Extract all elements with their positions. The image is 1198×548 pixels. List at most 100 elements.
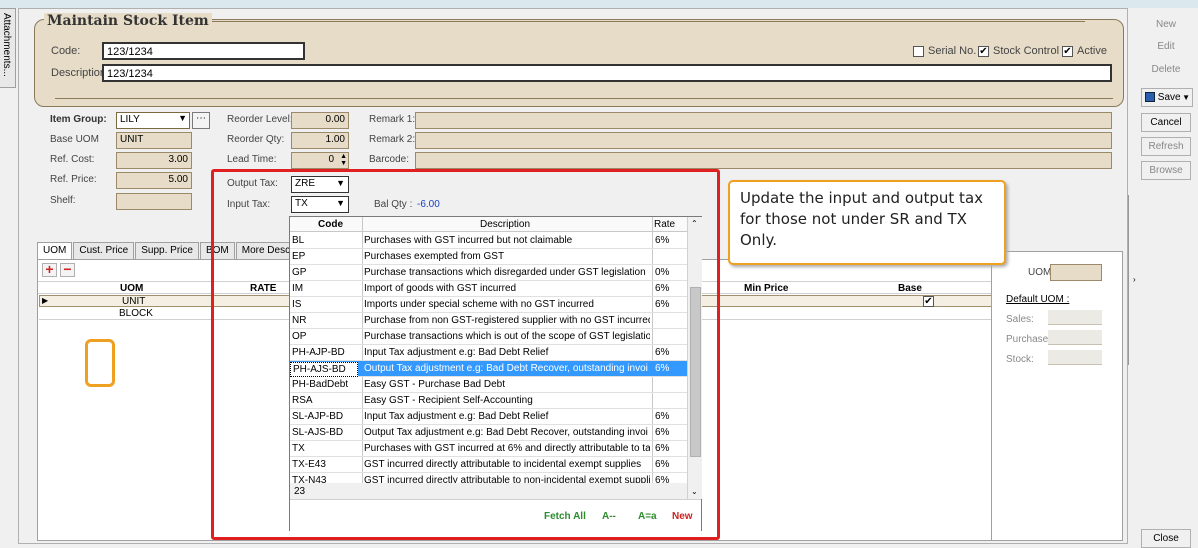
- output-tax-select[interactable]: ZRE ▼: [291, 176, 349, 193]
- tax-rate-cell: 6%: [655, 235, 670, 246]
- code-input[interactable]: 123/1234: [102, 42, 305, 60]
- scroll-up-icon[interactable]: ⌃: [691, 219, 698, 228]
- output-tax-label: Output Tax:: [227, 178, 278, 189]
- tax-code-row[interactable]: SL-AJP-BD Input Tax adjustment e.g: Bad D…: [290, 409, 687, 425]
- delete-row-button[interactable]: −: [60, 262, 75, 277]
- lead-time-value: 0: [328, 154, 334, 165]
- tax-code-row[interactable]: BL Purchases with GST incurred but not cl…: [290, 233, 687, 249]
- reorder-level-field[interactable]: 0.00: [291, 112, 349, 129]
- add-row-button[interactable]: +: [42, 261, 57, 277]
- tax-rate-cell: 6%: [655, 427, 670, 438]
- input-tax-select[interactable]: TX ▼: [291, 196, 349, 213]
- ref-cost-field[interactable]: 3.00: [116, 152, 192, 169]
- case-insensitive-button[interactable]: A--: [602, 511, 616, 522]
- floppy-disk-icon: [1145, 92, 1155, 103]
- lead-time-stepper[interactable]: 0 ▲ ▼: [291, 152, 349, 169]
- shelf-label: Shelf:: [50, 195, 76, 206]
- stock-label: Stock:: [1006, 354, 1034, 365]
- close-button[interactable]: Close: [1141, 529, 1191, 548]
- shelf-field[interactable]: [116, 193, 192, 210]
- new-button[interactable]: New: [1141, 16, 1191, 35]
- chevron-down-icon[interactable]: ▼: [1182, 89, 1190, 106]
- tax-description-cell: Imports under special scheme with no GST…: [364, 299, 594, 310]
- purchase-uom-field[interactable]: [1048, 330, 1102, 345]
- barcode-field[interactable]: [415, 152, 1112, 169]
- save-button[interactable]: Save ▼: [1141, 88, 1193, 107]
- tab-uom[interactable]: UOM: [37, 242, 73, 260]
- remark2-field[interactable]: [415, 132, 1112, 149]
- default-uom-heading: Default UOM :: [1006, 294, 1070, 305]
- ref-price-field[interactable]: 5.00: [116, 172, 192, 189]
- scroll-down-icon[interactable]: ⌄: [691, 487, 698, 496]
- item-group-select[interactable]: LILY ▼: [116, 112, 190, 129]
- remark1-field[interactable]: [415, 112, 1112, 129]
- dropdown-scrollbar[interactable]: ⌃ ⌄: [687, 217, 702, 499]
- sales-uom-field[interactable]: [1048, 310, 1102, 325]
- tax-code-cell: IS: [292, 299, 302, 310]
- tax-code-row[interactable]: NR Purchase from non GST-registered suppl…: [290, 313, 687, 329]
- base-uom-label: Base UOM: [50, 134, 99, 145]
- header-panel: Maintain Stock Item Code: 123/1234 Descr…: [34, 13, 1124, 107]
- sales-label: Sales:: [1006, 314, 1034, 325]
- tax-code-row[interactable]: TX-E43 GST incurred directly attributable…: [290, 457, 687, 473]
- browse-button[interactable]: Browse: [1141, 161, 1191, 180]
- tax-code-cell: SL-AJS-BD: [292, 427, 344, 438]
- tax-code-cell: EP: [292, 251, 306, 262]
- tax-rate-cell: 6%: [655, 459, 670, 470]
- tax-code-row[interactable]: IS Imports under special scheme with no G…: [290, 297, 687, 313]
- reorder-qty-field[interactable]: 1.00: [291, 132, 349, 149]
- tax-code-cell: OP: [292, 331, 307, 342]
- tax-code-row[interactable]: PH-BadDebt Easy GST - Purchase Bad Debt: [290, 377, 687, 393]
- edit-button[interactable]: Edit: [1141, 38, 1191, 57]
- tab-bom[interactable]: BOM: [199, 242, 235, 260]
- base-uom-field[interactable]: UNIT: [116, 132, 192, 149]
- serial-no-checkbox[interactable]: Serial No.: [913, 45, 976, 57]
- attachments-tab[interactable]: Attachments...: [0, 8, 16, 88]
- tax-code-row[interactable]: PH-AJP-BD Input Tax adjustment e.g: Bad D…: [290, 345, 687, 361]
- tax-code-row[interactable]: EP Purchases exempted from GST: [290, 249, 687, 265]
- active-checkbox[interactable]: ✔ Active: [1062, 45, 1107, 57]
- base-checkbox[interactable]: ✔: [923, 296, 934, 307]
- spin-arrows-icon[interactable]: ▲ ▼: [340, 153, 347, 167]
- tax-code-row[interactable]: GP Purchase transactions which disregarde…: [290, 265, 687, 281]
- bal-qty-label: Bal Qty :: [374, 199, 413, 210]
- tax-code-dropdown[interactable]: Code Description Rate BL Purchases with G…: [289, 216, 702, 531]
- tax-code-row[interactable]: PH-AJS-BD Output Tax adjustment e.g: Bad …: [290, 361, 687, 377]
- tax-code-cell: SL-AJP-BD: [292, 411, 344, 422]
- ellipsis-icon: ⋯: [196, 113, 206, 124]
- item-group-more-button[interactable]: ⋯: [192, 112, 210, 129]
- item-group-value: LILY: [120, 114, 140, 125]
- description-input[interactable]: 123/1234: [102, 64, 1112, 82]
- uom-field[interactable]: [1050, 264, 1102, 281]
- tax-code-cell: TX-E43: [292, 459, 326, 470]
- annotation-highlight-square: [85, 339, 115, 387]
- refresh-button[interactable]: Refresh: [1141, 137, 1191, 156]
- input-tax-label: Input Tax:: [227, 199, 271, 210]
- tax-code-row[interactable]: TX Purchases with GST incurred at 6% and …: [290, 441, 687, 457]
- tax-code-row[interactable]: RSA Easy GST - Recipient Self-Accounting: [290, 393, 687, 409]
- lead-time-label: Lead Time:: [227, 154, 277, 165]
- item-group-label: Item Group:: [50, 114, 107, 125]
- tax-description-cell: Input Tax adjustment e.g: Bad Debt Relie…: [364, 411, 549, 422]
- tab-cust-price[interactable]: Cust. Price: [73, 242, 135, 260]
- scrollbar-thumb[interactable]: [690, 287, 701, 457]
- fetch-all-button[interactable]: Fetch All: [544, 511, 586, 522]
- new-tax-code-button[interactable]: New: [672, 511, 693, 522]
- tax-code-row[interactable]: SL-AJS-BD Output Tax adjustment e.g: Bad …: [290, 425, 687, 441]
- tab-supp-price[interactable]: Supp. Price: [135, 242, 199, 260]
- stock-uom-field[interactable]: [1048, 350, 1102, 365]
- tax-code-row[interactable]: IM Import of goods with GST incurred 6%: [290, 281, 687, 297]
- plus-icon: +: [45, 261, 54, 277]
- case-match-button[interactable]: A=a: [638, 511, 657, 522]
- cancel-button[interactable]: Cancel: [1141, 113, 1191, 132]
- input-tax-value: TX: [295, 198, 308, 209]
- stock-control-checkbox[interactable]: ✔ Stock Control: [978, 45, 1059, 57]
- tax-rate-cell: 6%: [655, 299, 670, 310]
- chevron-down-icon: ▼: [336, 178, 345, 188]
- delete-button[interactable]: Delete: [1141, 61, 1191, 80]
- tax-description-cell: Purchases exempted from GST: [364, 251, 505, 262]
- tax-code-cell: PH-AJP-BD: [292, 347, 345, 358]
- tax-rate-cell: 6%: [655, 347, 670, 358]
- tax-code-row[interactable]: OP Purchase transactions which is out of …: [290, 329, 687, 345]
- tax-description-cell: Input Tax adjustment e.g: Bad Debt Relie…: [364, 347, 549, 358]
